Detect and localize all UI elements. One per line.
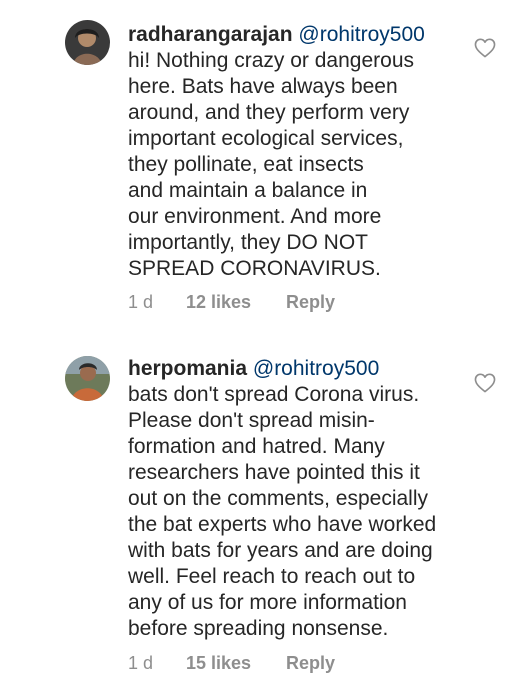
comment-header-line: herpomania @rohitroy500 bbox=[128, 356, 468, 382]
comment-text-line: with bats for years and are doing bbox=[128, 539, 433, 562]
comment-text-line: any of us for more information bbox=[128, 591, 407, 614]
user-avatar-icon bbox=[65, 356, 110, 401]
user-avatar-icon bbox=[65, 20, 110, 65]
comment-text-line: researchers have pointed this it bbox=[128, 461, 420, 484]
comment-text-line: the bat experts who have worked bbox=[128, 513, 437, 536]
comment-text-line: around, and they perform very bbox=[128, 101, 410, 124]
comment-username[interactable]: herpomania bbox=[128, 357, 247, 380]
comment-text-line: SPREAD CORONAVIRUS. bbox=[128, 257, 381, 280]
comment-text-line: bats don't spread Corona virus. bbox=[128, 383, 420, 406]
comment-text-line: important ecological services, bbox=[128, 127, 404, 150]
comment-text-line: and maintain a balance in bbox=[128, 179, 368, 202]
comment-body: herpomania @rohitroy500 bats don't sprea… bbox=[128, 356, 468, 642]
comment-text-line: before spreading nonsense. bbox=[128, 617, 389, 640]
heart-icon[interactable] bbox=[474, 38, 496, 58]
comment-text-line: hi! Nothing crazy or dangerous bbox=[128, 49, 414, 72]
comment-header-line: radharangarajan @rohitroy500 bbox=[128, 22, 468, 48]
comment-mention[interactable]: @rohitroy500 bbox=[298, 23, 424, 46]
comment-text-line: here. Bats have always been bbox=[128, 75, 398, 98]
comment-text-line: Please don't spread misin- bbox=[128, 409, 375, 432]
comment-text-line: they pollinate, eat insects bbox=[128, 153, 364, 176]
comment-text-line: well. Feel reach to reach out to bbox=[128, 565, 416, 588]
reply-button[interactable]: Reply bbox=[286, 653, 335, 674]
comment-meta: 1 d 12 likes Reply bbox=[128, 292, 335, 313]
comment-timestamp: 1 d bbox=[128, 653, 154, 673]
comment-username[interactable]: radharangarajan bbox=[128, 23, 293, 46]
comment-radharangarajan: radharangarajan @rohitroy500 hi! Nothing… bbox=[0, 0, 525, 330]
likes-count[interactable]: 12 likes bbox=[186, 292, 286, 313]
avatar[interactable] bbox=[65, 20, 110, 65]
comment-text-line: importantly, they DO NOT bbox=[128, 231, 369, 254]
comment-mention[interactable]: @rohitroy500 bbox=[253, 357, 379, 380]
comment-timestamp: 1 d bbox=[128, 292, 154, 312]
comment-body: radharangarajan @rohitroy500 hi! Nothing… bbox=[128, 22, 468, 282]
likes-count[interactable]: 15 likes bbox=[186, 653, 286, 674]
comment-text-line: formation and hatred. Many bbox=[128, 435, 385, 458]
heart-icon[interactable] bbox=[474, 373, 496, 393]
comment-herpomania: herpomania @rohitroy500 bats don't sprea… bbox=[0, 330, 525, 679]
comment-text-line: our environment. And more bbox=[128, 205, 382, 228]
comment-meta: 1 d 15 likes Reply bbox=[128, 653, 335, 674]
avatar[interactable] bbox=[65, 356, 110, 401]
comment-text-line: out on the comments, especially bbox=[128, 487, 428, 510]
reply-button[interactable]: Reply bbox=[286, 292, 335, 313]
